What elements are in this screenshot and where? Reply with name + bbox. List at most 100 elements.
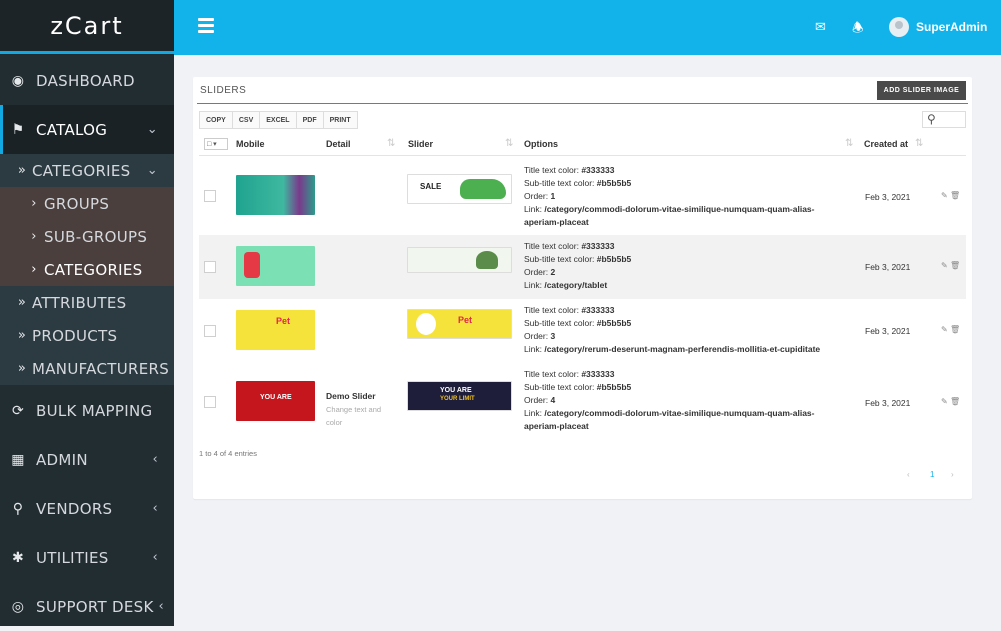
sidebar-item-groups[interactable]: › GROUPS xyxy=(0,187,174,220)
created-date: Feb 3, 2021 xyxy=(865,326,911,336)
hamburger-menu-icon[interactable] xyxy=(198,18,214,33)
options-text: Title text color: #333333 Sub-title text… xyxy=(524,164,834,229)
sidebar-item-label: MANUFACTURERS xyxy=(32,359,170,378)
option-link: /category/tablet xyxy=(544,280,608,290)
select-all-dropdown[interactable]: □ ▾ xyxy=(204,138,228,150)
slider-your-limit-text: YOUR LIMIT xyxy=(440,396,475,402)
prev-page-icon[interactable]: ‹ xyxy=(907,470,910,479)
edit-icon[interactable]: ✎ xyxy=(941,261,948,270)
mobile-slider-image xyxy=(236,246,315,286)
options-text: Title text color: #333333 Sub-title text… xyxy=(524,240,834,292)
brand-logo[interactable]: zCart xyxy=(0,0,174,54)
options-text: Title text color: #333333 Sub-title text… xyxy=(524,304,834,356)
row-checkbox[interactable] xyxy=(204,396,216,408)
option-label: Link: xyxy=(524,408,545,418)
edit-icon[interactable]: ✎ xyxy=(941,325,948,334)
username[interactable]: SuperAdmin xyxy=(916,20,987,34)
option-label: Order: xyxy=(524,395,551,405)
shoe-graphic xyxy=(460,179,506,199)
sort-icon[interactable]: ⇅ xyxy=(915,138,923,149)
table-row[interactable]: YOU ARE YOU ARE YOUR LIMIT Title text co… xyxy=(199,363,966,441)
excel-button[interactable]: EXCEL xyxy=(259,111,297,129)
trash-icon[interactable]: 🗑 xyxy=(950,397,960,406)
column-detail[interactable]: Detail xyxy=(326,139,351,149)
table-row[interactable]: Title text color: #333333 Sub-title text… xyxy=(199,235,966,299)
column-created-at[interactable]: Created at xyxy=(864,139,908,149)
sort-icon[interactable]: ⇅ xyxy=(505,138,513,149)
double-chevron-icon: » xyxy=(17,328,27,343)
option-label: Title text color: xyxy=(524,369,582,379)
avatar[interactable] xyxy=(889,17,909,37)
option-value: 4 xyxy=(550,395,556,405)
card-divider xyxy=(197,103,968,104)
option-label: Link: xyxy=(524,344,545,354)
next-page-icon[interactable]: › xyxy=(951,470,954,479)
slider-image: YOU ARE YOUR LIMIT xyxy=(407,381,512,411)
sidebar-item-label: CATEGORIES xyxy=(44,260,143,279)
mobile-slider-image xyxy=(236,175,315,215)
sort-icon[interactable]: ⇅ xyxy=(387,138,395,149)
option-label: Title text color: xyxy=(524,165,582,175)
trash-icon[interactable]: 🗑 xyxy=(950,261,960,270)
slider-you-are-text: YOU ARE xyxy=(440,387,472,394)
edit-icon[interactable]: ✎ xyxy=(941,191,948,200)
sidebar-item-label: CATEGORIES xyxy=(32,161,131,180)
sidebar-item-dashboard[interactable]: ◉ DASHBOARD xyxy=(0,56,174,105)
sidebar-item-vendors[interactable]: ⚲ VENDORS ‹ xyxy=(0,484,174,533)
row-checkbox[interactable] xyxy=(204,190,216,202)
bell-icon[interactable]: 🕭 xyxy=(852,19,864,41)
sidebar-item-utilities[interactable]: ✱ UTILITIES ‹ xyxy=(0,533,174,582)
option-value: 3 xyxy=(550,331,556,341)
sidebar-item-sub-groups[interactable]: › SUB-GROUPS xyxy=(0,220,174,253)
row-checkbox[interactable] xyxy=(204,261,216,273)
edit-icon[interactable]: ✎ xyxy=(941,397,948,406)
search-icon: ⚲ xyxy=(927,112,936,126)
sidebar-item-bulk-mapping[interactable]: ⟳ BULK MAPPING xyxy=(0,386,174,435)
trash-icon[interactable]: 🗑 xyxy=(950,191,960,200)
trash-icon[interactable]: 🗑 xyxy=(950,325,960,334)
sidebar-item-label: SUB-GROUPS xyxy=(44,227,148,246)
chevron-left-icon: ‹ xyxy=(152,501,158,516)
row-checkbox[interactable] xyxy=(204,325,216,337)
sidebar-item-categories[interactable]: » CATEGORIES ⌄ xyxy=(0,154,174,187)
option-value: 2 xyxy=(550,267,556,277)
copy-button[interactable]: COPY xyxy=(199,111,233,129)
column-mobile[interactable]: Mobile xyxy=(236,139,265,149)
sidebar-item-support-desk[interactable]: ◎ SUPPORT DESK ‹ xyxy=(0,582,174,631)
chevron-right-icon: › xyxy=(31,229,37,244)
option-label: Order: xyxy=(524,331,551,341)
sort-icon[interactable]: ⇅ xyxy=(845,138,853,149)
table-row[interactable]: SALE Title text color: #333333 Sub-title… xyxy=(199,157,966,235)
sidebar-item-categories-child[interactable]: › CATEGORIES xyxy=(0,253,174,286)
sidebar-item-manufacturers[interactable]: » MANUFACTURERS xyxy=(0,352,174,385)
created-date: Feb 3, 2021 xyxy=(865,192,911,202)
mobile-slider-image: YOU ARE xyxy=(236,381,315,421)
pet-graphic xyxy=(416,313,436,335)
sidebar-item-label: SUPPORT DESK xyxy=(36,597,154,616)
sidebar-item-catalog[interactable]: ⚑ CATALOG ⌄ xyxy=(0,105,174,154)
pdf-button[interactable]: PDF xyxy=(295,111,324,129)
sidebar-item-label: VENDORS xyxy=(36,499,113,518)
search-input[interactable]: ⚲ xyxy=(922,111,966,128)
table-row[interactable]: Pet Pet Demo Slider Change text and colo… xyxy=(199,299,966,427)
sidebar-item-label: PRODUCTS xyxy=(32,326,118,345)
mobile-pet-text: Pet xyxy=(276,316,291,326)
csv-button[interactable]: CSV xyxy=(231,111,261,129)
print-button[interactable]: PRINT xyxy=(322,111,358,129)
column-slider[interactable]: Slider xyxy=(408,139,433,149)
row-actions: ✎ 🗑 xyxy=(941,261,960,270)
sidebar-item-products[interactable]: » PRODUCTS xyxy=(0,319,174,352)
option-link: /category/rerum-deserunt-magnam-perferen… xyxy=(544,344,821,354)
envelope-icon[interactable]: ✉ xyxy=(815,19,826,35)
figure-graphic xyxy=(244,252,260,278)
life-ring-icon: ◎ xyxy=(11,598,25,615)
sidebar-item-label: BULK MAPPING xyxy=(36,401,153,420)
sidebar-item-admin[interactable]: ▦ ADMIN ‹ xyxy=(0,435,174,484)
option-label: Link: xyxy=(524,204,545,214)
add-slider-image-button[interactable]: ADD SLIDER IMAGE xyxy=(877,81,966,100)
column-options[interactable]: Options xyxy=(524,139,558,149)
sidebar-item-attributes[interactable]: » ATTRIBUTES xyxy=(0,286,174,319)
page-number[interactable]: 1 xyxy=(930,470,934,479)
card-title: SLIDERS xyxy=(200,85,247,96)
mobile-slider-image: Pet xyxy=(236,310,315,350)
